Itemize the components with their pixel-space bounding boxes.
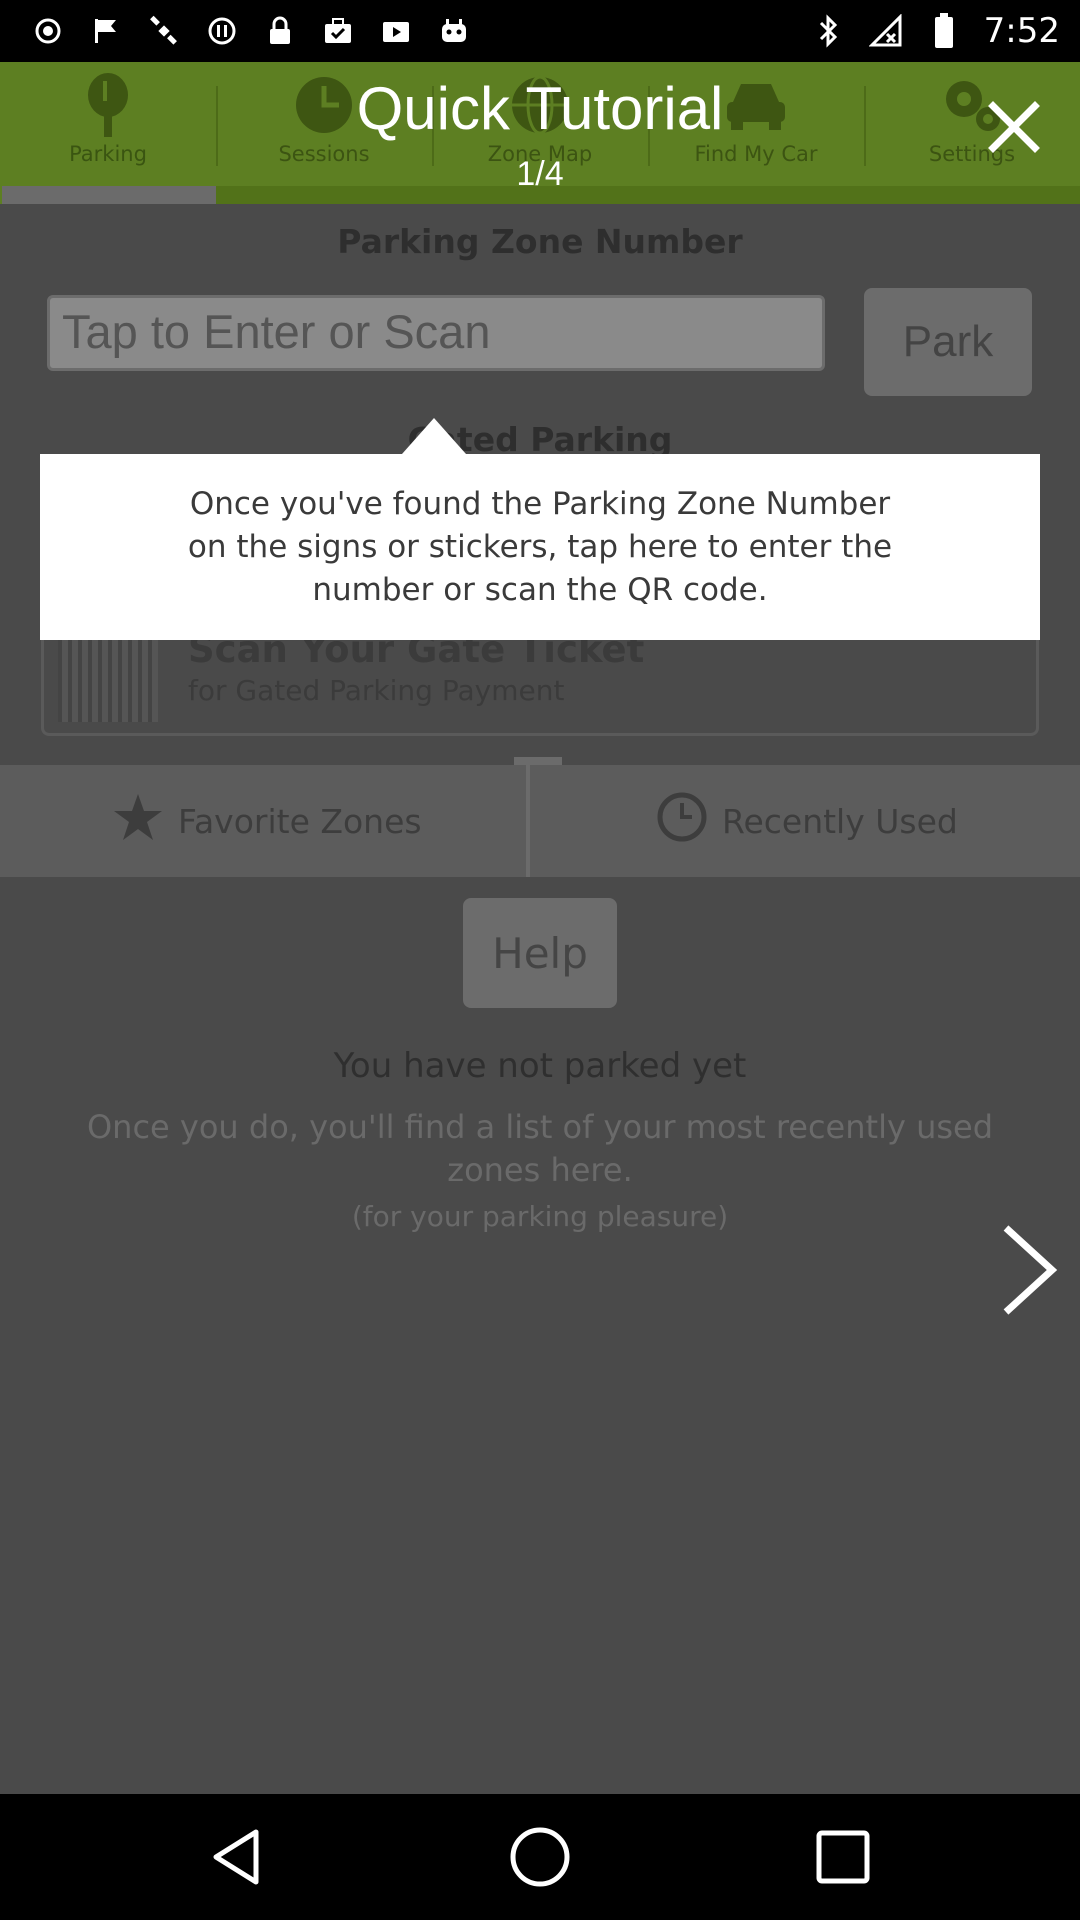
- zones-divider-notch: [514, 757, 562, 765]
- tooltip-text: Once you've found the Parking Zone Numbe…: [187, 485, 893, 608]
- next-step-button[interactable]: [1000, 1222, 1060, 1318]
- system-nav-bar: [0, 1794, 1080, 1920]
- zone-title: Parking Zone Number: [337, 222, 743, 261]
- star-icon: [112, 792, 164, 850]
- gate-ticket-subtitle: for Gated Parking Payment: [188, 674, 565, 707]
- recently-used-tab[interactable]: Recently Used: [656, 765, 958, 877]
- chevron-right-icon: [1003, 1225, 1058, 1315]
- recently-used-label: Recently Used: [722, 801, 958, 841]
- gate-ticket-icon: [58, 632, 158, 722]
- satellite-icon: [146, 13, 182, 49]
- zones-bar: Favorite Zones Recently Used: [0, 757, 1080, 877]
- scan-gate-ticket-button[interactable]: Scan Your Gate Ticket for Gated Parking …: [41, 628, 1039, 736]
- help-button[interactable]: Help: [463, 898, 617, 1008]
- home-icon[interactable]: [507, 1824, 573, 1890]
- flag-icon: [88, 13, 124, 49]
- favorite-zones-label: Favorite Zones: [178, 801, 422, 841]
- empty-state-description: Once you do, you'll find a list of your …: [86, 1108, 994, 1189]
- briefcase-check-icon: [320, 13, 356, 49]
- recents-icon[interactable]: [810, 1824, 876, 1890]
- tutorial-tooltip: Once you've found the Parking Zone Numbe…: [40, 454, 1040, 640]
- status-left-icons: [30, 12, 472, 50]
- robot-icon: [436, 13, 472, 49]
- favorite-zones-tab[interactable]: Favorite Zones: [112, 765, 422, 877]
- close-icon[interactable]: [985, 98, 1043, 156]
- tutorial-title: Quick Tutorial: [356, 75, 724, 142]
- lock-icon: [262, 13, 298, 49]
- app-screen: Parking Sessions Zone Map Find My Car Se…: [0, 62, 1080, 1794]
- signal-off-icon: [868, 13, 904, 49]
- zone-number-input[interactable]: Tap to Enter or Scan: [47, 295, 825, 371]
- bluetooth-icon: [810, 13, 846, 49]
- tutorial-page-indicator: 1/4: [516, 155, 564, 193]
- clock-icon: [656, 791, 708, 851]
- zones-divider: [526, 765, 530, 877]
- status-time: 7:52: [983, 11, 1060, 51]
- status-bar: 7:52: [0, 0, 1080, 62]
- circle-pause-icon: [204, 13, 240, 49]
- tooltip-pointer: [402, 418, 466, 454]
- park-button[interactable]: Park: [864, 288, 1032, 396]
- play-box-icon: [378, 13, 414, 49]
- back-icon[interactable]: [206, 1824, 272, 1890]
- zone-input-placeholder: Tap to Enter or Scan: [62, 305, 491, 358]
- battery-icon: [926, 13, 962, 49]
- notification-dot-icon: [30, 13, 66, 49]
- status-right-icons: 7:52: [810, 8, 1060, 54]
- empty-state-title: You have not parked yet: [333, 1046, 747, 1086]
- empty-state-subtext: (for your parking pleasure): [351, 1200, 729, 1233]
